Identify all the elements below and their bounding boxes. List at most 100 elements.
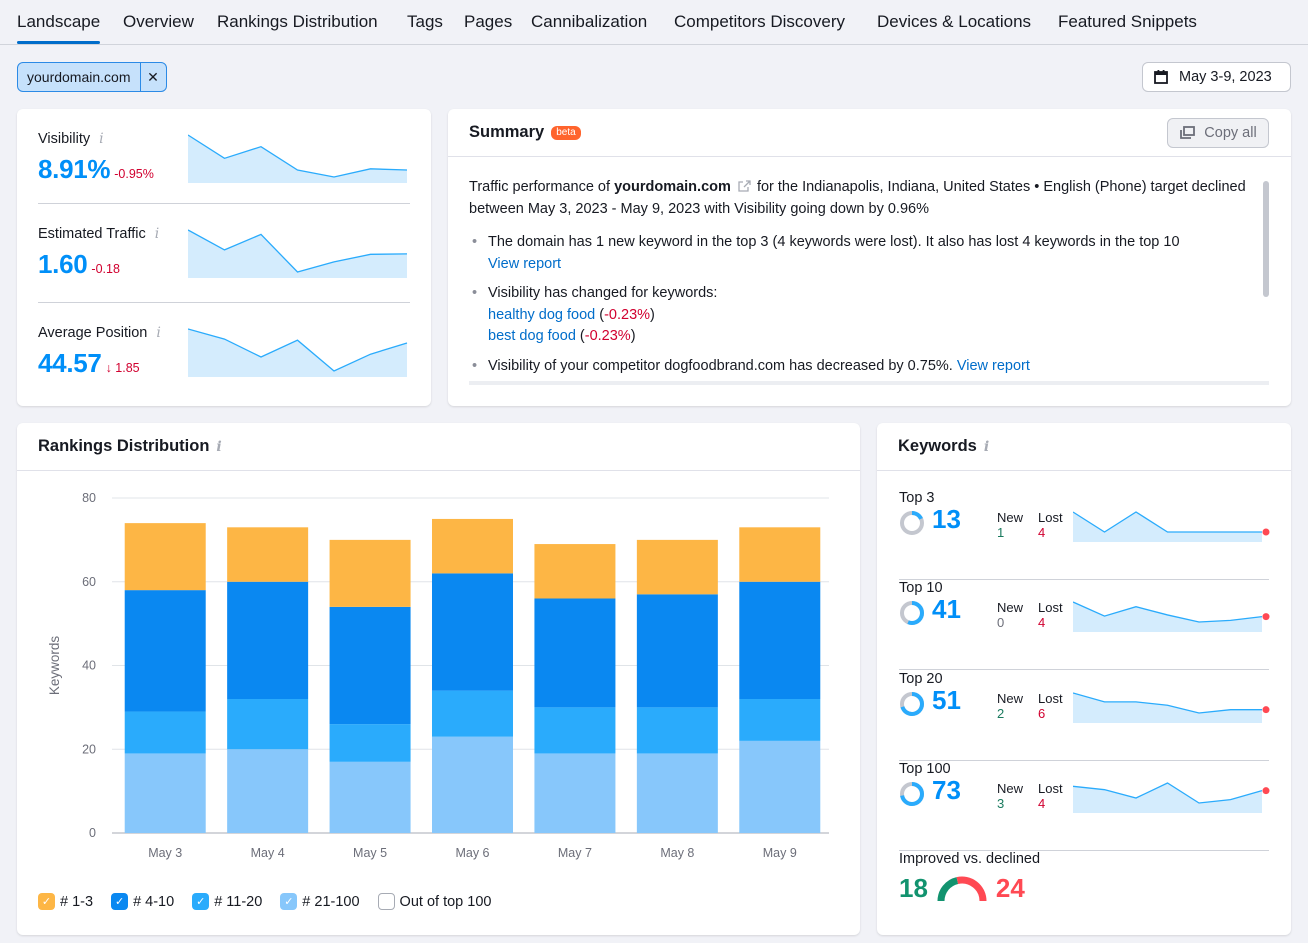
bar-segment[interactable] <box>432 690 513 737</box>
bar-segment[interactable] <box>227 749 309 833</box>
tab-pages[interactable]: Pages <box>464 12 512 32</box>
legend-item[interactable]: ✓ # 21-100 <box>280 893 360 910</box>
date-range-label: May 3-9, 2023 <box>1179 69 1272 85</box>
summary-scrollbar[interactable] <box>1263 181 1269 297</box>
info-icon[interactable]: i <box>155 226 159 242</box>
tab-tags[interactable]: Tags <box>407 12 443 32</box>
summary-bullets: The domain has 1 new keyword in the top … <box>469 232 1259 377</box>
view-report-link[interactable]: View report <box>957 358 1030 374</box>
bar-segment[interactable] <box>534 707 616 754</box>
checkbox-checked-icon[interactable]: ✓ <box>192 893 210 910</box>
metric-estimated-traffic: Estimated Traffic i 1.60 -0.18 <box>38 203 410 302</box>
bar-segment[interactable] <box>329 761 411 833</box>
lost-label: Lost <box>1038 781 1063 796</box>
keyword-row-value: 51 <box>932 685 961 715</box>
info-icon[interactable]: i <box>984 439 989 455</box>
bar-segment[interactable] <box>432 573 513 691</box>
bar-segment[interactable] <box>636 539 718 595</box>
keyword-row-label: Top 3 <box>899 490 935 506</box>
bar-segment[interactable] <box>636 594 718 708</box>
copy-icon <box>1180 126 1196 139</box>
calendar-icon <box>1154 70 1168 84</box>
keyword-link-best-dog-food[interactable]: best dog food <box>488 328 576 344</box>
view-report-link[interactable]: View report <box>488 256 561 272</box>
bar-segment[interactable] <box>739 740 821 833</box>
info-icon[interactable]: i <box>216 439 221 455</box>
bar-segment[interactable] <box>432 736 513 833</box>
tab-featured-snippets[interactable]: Featured Snippets <box>1058 12 1197 32</box>
bar-segment[interactable] <box>739 581 821 699</box>
tab-landscape[interactable]: Landscape <box>17 12 101 44</box>
rankings-distribution-card: Rankings Distribution i 0 20 40 60 80 Keyword… <box>17 423 860 935</box>
x-tick-label: May 5 <box>353 846 387 860</box>
legend-label: Out of top 100 <box>399 893 492 910</box>
keywords-card: Keywords i Top 3 13 New 1 Lost 4 Top 10 41… <box>877 423 1291 935</box>
declined-count: 24 <box>995 873 1025 903</box>
keyword-row: Top 3 13 New 1 Lost 4 <box>899 490 1270 580</box>
keyword-delta: -0.23% <box>604 306 651 323</box>
close-icon[interactable]: ✕ <box>139 63 166 91</box>
new-count: 3 <box>997 796 1005 811</box>
share-donut <box>900 782 924 806</box>
checkbox-checked-icon[interactable]: ✓ <box>111 893 129 910</box>
new-count: 1 <box>997 525 1005 540</box>
improved-declined: 18 24 <box>899 873 1025 904</box>
keyword-delta: -0.23% <box>584 328 631 344</box>
bar-segment[interactable] <box>739 699 821 741</box>
legend-item[interactable]: ✓ # 4-10 <box>111 893 174 910</box>
lost-count: 6 <box>1038 706 1046 721</box>
bar-segment[interactable] <box>329 606 411 725</box>
info-icon[interactable]: i <box>99 131 103 147</box>
bar-segment[interactable] <box>739 527 821 582</box>
bar-segment[interactable] <box>534 544 616 599</box>
share-donut <box>900 692 924 716</box>
summary-intro: Traffic performance of yourdomain.com fo… <box>469 177 1259 220</box>
bar-segment[interactable] <box>124 590 206 712</box>
keyword-sparkline <box>1073 782 1270 813</box>
lost-count: 4 <box>1038 796 1046 811</box>
legend-item[interactable]: Out of top 100 <box>377 893 492 910</box>
legend-item[interactable]: ✓ # 1-3 <box>38 893 93 910</box>
x-tick-label: May 9 <box>763 846 797 860</box>
rankings-chart: 0 20 40 60 80 Keywords May 3 May 4 May 5 May 6 May… <box>47 491 829 860</box>
sparkline-end-dot <box>1262 613 1270 621</box>
checkbox-empty-icon[interactable] <box>377 893 395 910</box>
bar-segment[interactable] <box>124 711 206 754</box>
domain-filter-chip: yourdomain.com ✕ <box>17 62 167 92</box>
checkbox-checked-icon[interactable]: ✓ <box>280 893 298 910</box>
copy-all-button[interactable]: Copy all <box>1167 118 1269 148</box>
bar-segment[interactable] <box>636 753 718 833</box>
tab-devices-locations[interactable]: Devices & Locations <box>877 12 1031 32</box>
y-tick-label: 80 <box>82 491 96 505</box>
x-tick-label: May 4 <box>251 846 285 860</box>
bar-segment[interactable] <box>124 523 206 591</box>
bar-segment[interactable] <box>227 581 309 699</box>
tab-competitors-discovery[interactable]: Competitors Discovery <box>674 12 845 32</box>
bar-segment[interactable] <box>227 699 309 750</box>
bar-segment[interactable] <box>329 539 411 607</box>
tab-rankings-distribution[interactable]: Rankings Distribution <box>217 12 378 32</box>
keywords-title: Keywords <box>898 437 977 455</box>
lost-label: Lost <box>1038 691 1063 706</box>
new-label: New <box>997 510 1024 525</box>
tab-overview[interactable]: Overview <box>123 12 194 32</box>
tab-cannibalization[interactable]: Cannibalization <box>531 12 647 32</box>
bar-segment[interactable] <box>432 518 513 574</box>
bar-segment[interactable] <box>124 753 206 833</box>
external-link-icon[interactable] <box>737 180 751 192</box>
checkbox-checked-icon[interactable]: ✓ <box>38 893 55 910</box>
keyword-link-healthy-dog-food[interactable]: healthy dog food <box>488 307 595 323</box>
date-range-button[interactable]: May 3-9, 2023 <box>1142 62 1291 92</box>
bar-segment[interactable] <box>227 527 309 582</box>
info-icon[interactable]: i <box>156 325 160 341</box>
keyword-row-value: 73 <box>932 775 961 805</box>
bar-segment[interactable] <box>534 753 616 833</box>
bar-segment[interactable] <box>329 724 411 762</box>
bar-segment[interactable] <box>534 598 616 708</box>
sparkline-end-dot <box>1262 706 1270 714</box>
legend-item[interactable]: ✓ # 11-20 <box>192 893 262 910</box>
y-tick-label: 20 <box>82 742 96 756</box>
chart-legend: ✓ # 1-3 ✓ # 4-10 ✓ # 11-20 ✓ # 21-100 Out of top… <box>38 893 491 910</box>
new-label: New <box>997 781 1024 796</box>
bar-segment[interactable] <box>636 707 718 754</box>
